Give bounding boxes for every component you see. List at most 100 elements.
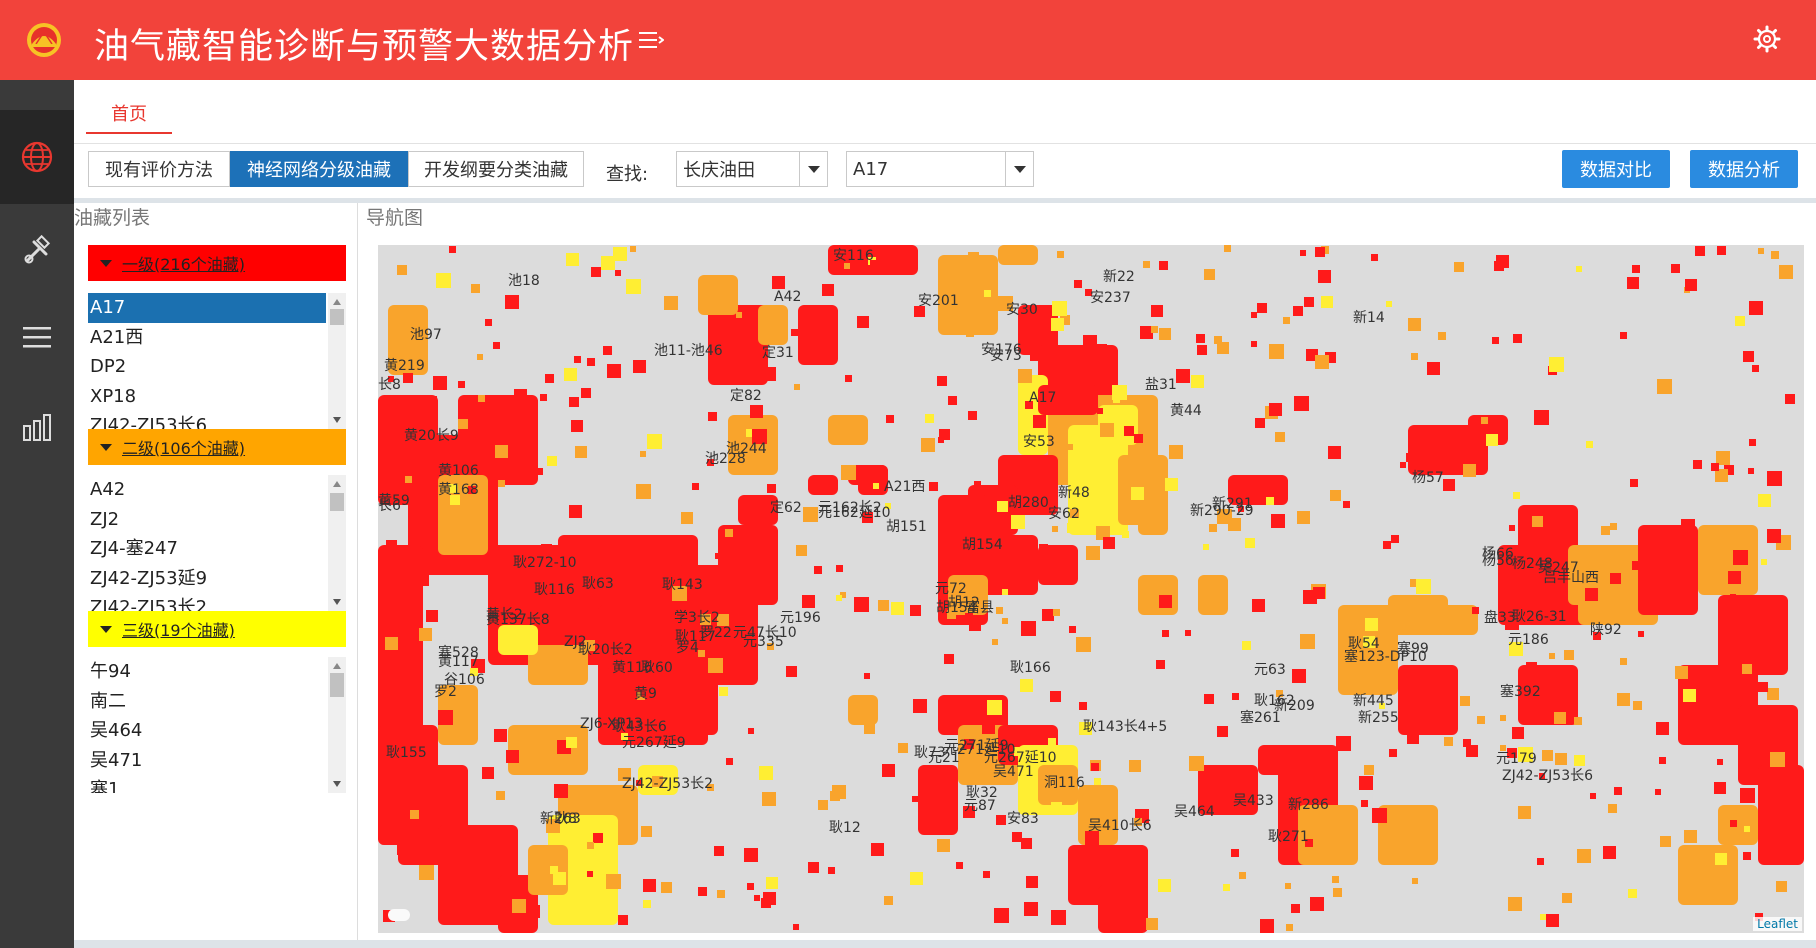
map-label[interactable]: 胡154 bbox=[962, 534, 1003, 554]
map-label[interactable]: 吴464 bbox=[1174, 801, 1215, 821]
map-label[interactable]: 耿143 bbox=[662, 574, 703, 594]
level-1-header[interactable]: 一级(216个油藏) bbox=[88, 245, 346, 281]
map-label[interactable]: 吴471 bbox=[993, 761, 1034, 781]
reservoir-polygon[interactable] bbox=[828, 415, 868, 445]
scroll-down-icon[interactable] bbox=[333, 781, 341, 787]
list-item[interactable]: ZJ4-塞247 bbox=[88, 534, 326, 564]
method-outline-button[interactable]: 开发纲要分类油藏 bbox=[408, 151, 584, 187]
map-label[interactable]: 新290-29 bbox=[1190, 500, 1254, 520]
map-label[interactable]: 耿166 bbox=[1010, 657, 1051, 677]
reservoir-select[interactable]: A17 bbox=[846, 151, 1034, 187]
scroll-thumb[interactable] bbox=[330, 493, 344, 511]
reservoir-polygon[interactable] bbox=[798, 305, 838, 365]
scroll-up-icon[interactable] bbox=[333, 663, 341, 669]
sidebar-item-chart[interactable] bbox=[0, 380, 74, 474]
scroll-up-icon[interactable] bbox=[333, 481, 341, 487]
map-label[interactable]: A21西 bbox=[884, 476, 925, 496]
map-control[interactable] bbox=[388, 909, 410, 921]
map-label[interactable]: 耿12 bbox=[829, 817, 861, 837]
list-item[interactable]: ZJ42-ZJ53长2 bbox=[88, 593, 326, 611]
reservoir-polygon[interactable] bbox=[1718, 805, 1758, 845]
reservoir-polygon[interactable] bbox=[1638, 525, 1698, 615]
map-label[interactable]: 耿272-10 bbox=[513, 552, 577, 572]
map-label[interactable]: 黄168 bbox=[438, 479, 479, 499]
map-label[interactable]: 吴433 bbox=[1233, 790, 1274, 810]
map-label[interactable]: A42 bbox=[774, 289, 801, 305]
map-label[interactable]: 耿143长4+5 bbox=[1083, 716, 1167, 736]
list-item[interactable]: 吴464 bbox=[88, 716, 326, 746]
reservoir-polygon[interactable] bbox=[528, 845, 568, 895]
map-label[interactable]: 池18 bbox=[508, 270, 540, 290]
reservoir-polygon[interactable] bbox=[1138, 505, 1168, 535]
oilfield-select[interactable]: 长庆油田 bbox=[676, 151, 828, 187]
map-label[interactable]: 新48 bbox=[1058, 482, 1090, 502]
reservoir-polygon[interactable] bbox=[1678, 845, 1738, 905]
level-3-header[interactable]: 三级(19个油藏) bbox=[88, 611, 346, 647]
reservoir-polygon[interactable] bbox=[848, 695, 878, 725]
map-label[interactable]: 黄9 bbox=[634, 683, 657, 703]
map-label[interactable]: 定62 bbox=[770, 497, 802, 517]
gear-icon[interactable] bbox=[1752, 24, 1782, 54]
map-label[interactable]: ZJ42-ZJ53长6 bbox=[1502, 765, 1593, 785]
reservoir-polygon[interactable] bbox=[698, 275, 738, 315]
map-label[interactable]: 池11-池46 bbox=[654, 340, 723, 360]
method-existing-button[interactable]: 现有评价方法 bbox=[88, 151, 230, 187]
list-item[interactable]: ZJ2 bbox=[88, 505, 326, 535]
map-label[interactable]: 罗22 bbox=[700, 622, 732, 642]
map-label[interactable]: 长6 bbox=[378, 495, 401, 515]
map-label[interactable]: 吴410长6 bbox=[1088, 815, 1152, 835]
data-analysis-button[interactable]: 数据分析 bbox=[1690, 150, 1798, 188]
level-2-header[interactable]: 二级(106个油藏) bbox=[88, 429, 346, 465]
map-label[interactable]: 耿116 bbox=[534, 579, 575, 599]
reservoir-polygon[interactable] bbox=[1718, 595, 1788, 675]
map-label[interactable]: 胡151 bbox=[886, 516, 927, 536]
map-label[interactable]: 安62 bbox=[1048, 503, 1080, 523]
map-label[interactable]: 盐31 bbox=[1145, 374, 1177, 394]
reservoir-polygon[interactable] bbox=[1398, 665, 1458, 735]
map-label[interactable]: 安201 bbox=[918, 290, 959, 310]
scroll-thumb[interactable] bbox=[330, 309, 344, 325]
level-1-list[interactable]: A17 A21西 DP2 XP18 ZJ42-ZJ53长6 bbox=[88, 293, 346, 429]
reservoir-polygon[interactable] bbox=[498, 625, 538, 655]
list-item[interactable]: 南二 bbox=[88, 687, 326, 717]
map-label[interactable]: 罗4 bbox=[676, 637, 699, 657]
map-label[interactable]: 洞116 bbox=[1044, 772, 1085, 792]
map-label[interactable]: 新286 bbox=[1288, 794, 1329, 814]
map-label[interactable]: 安237 bbox=[1090, 287, 1131, 307]
reservoir-polygon[interactable] bbox=[1098, 885, 1148, 933]
map-label[interactable]: 吕丰山西 bbox=[1543, 567, 1599, 587]
map-label[interactable]: 元162延10 bbox=[818, 502, 891, 522]
scrollbar[interactable] bbox=[328, 293, 346, 429]
map-label[interactable]: 耿26-31 bbox=[1512, 606, 1567, 626]
map-label[interactable]: 杨56 bbox=[1482, 550, 1514, 570]
list-item[interactable]: XP18 bbox=[88, 382, 326, 412]
map-label[interactable]: ZJ42-ZJ53长2 bbox=[622, 773, 713, 793]
scrollbar[interactable] bbox=[328, 475, 346, 611]
leaflet-attribution-link[interactable]: Leaflet bbox=[1753, 917, 1802, 931]
scrollbar[interactable] bbox=[328, 657, 346, 793]
reservoir-polygon[interactable] bbox=[508, 725, 588, 775]
map-label[interactable]: 塞392 bbox=[1500, 681, 1541, 701]
map-label[interactable]: 元267延9 bbox=[622, 732, 686, 752]
map-canvas[interactable]: Leaflet 安116 池18 A42 安201 新22 安237 安30 新14 池97 池1… bbox=[378, 245, 1804, 933]
map-label[interactable]: 新255 bbox=[1358, 707, 1399, 727]
map-label[interactable]: 罗2 bbox=[434, 681, 457, 701]
map-label[interactable]: 胡280 bbox=[1008, 492, 1049, 512]
map-label[interactable]: 元186 bbox=[1508, 629, 1549, 649]
map-label[interactable]: 长8 bbox=[378, 374, 401, 394]
map-label[interactable]: 耿63 bbox=[582, 573, 614, 593]
map-label[interactable]: 定82 bbox=[730, 385, 762, 405]
map-label[interactable]: 耿60 bbox=[641, 657, 673, 677]
map-label[interactable]: 耿155 bbox=[386, 742, 427, 762]
level-3-list[interactable]: 午94 南二 吴464 吴471 塞1 bbox=[88, 657, 346, 793]
map-label[interactable]: 富县 bbox=[966, 597, 994, 617]
list-item[interactable]: A42 bbox=[88, 475, 326, 505]
data-compare-button[interactable]: 数据对比 bbox=[1562, 150, 1670, 188]
reservoir-polygon[interactable] bbox=[998, 245, 1038, 265]
map-label[interactable]: 黄117 bbox=[438, 651, 479, 671]
list-item[interactable]: ZJ42-ZJ53延9 bbox=[88, 564, 326, 594]
list-item[interactable]: ZJ42-ZJ53长6 bbox=[88, 411, 326, 429]
map-label[interactable]: 黄106 bbox=[438, 460, 479, 480]
list-item[interactable]: DP2 bbox=[88, 352, 326, 382]
map-label[interactable]: 元335 bbox=[743, 631, 784, 651]
